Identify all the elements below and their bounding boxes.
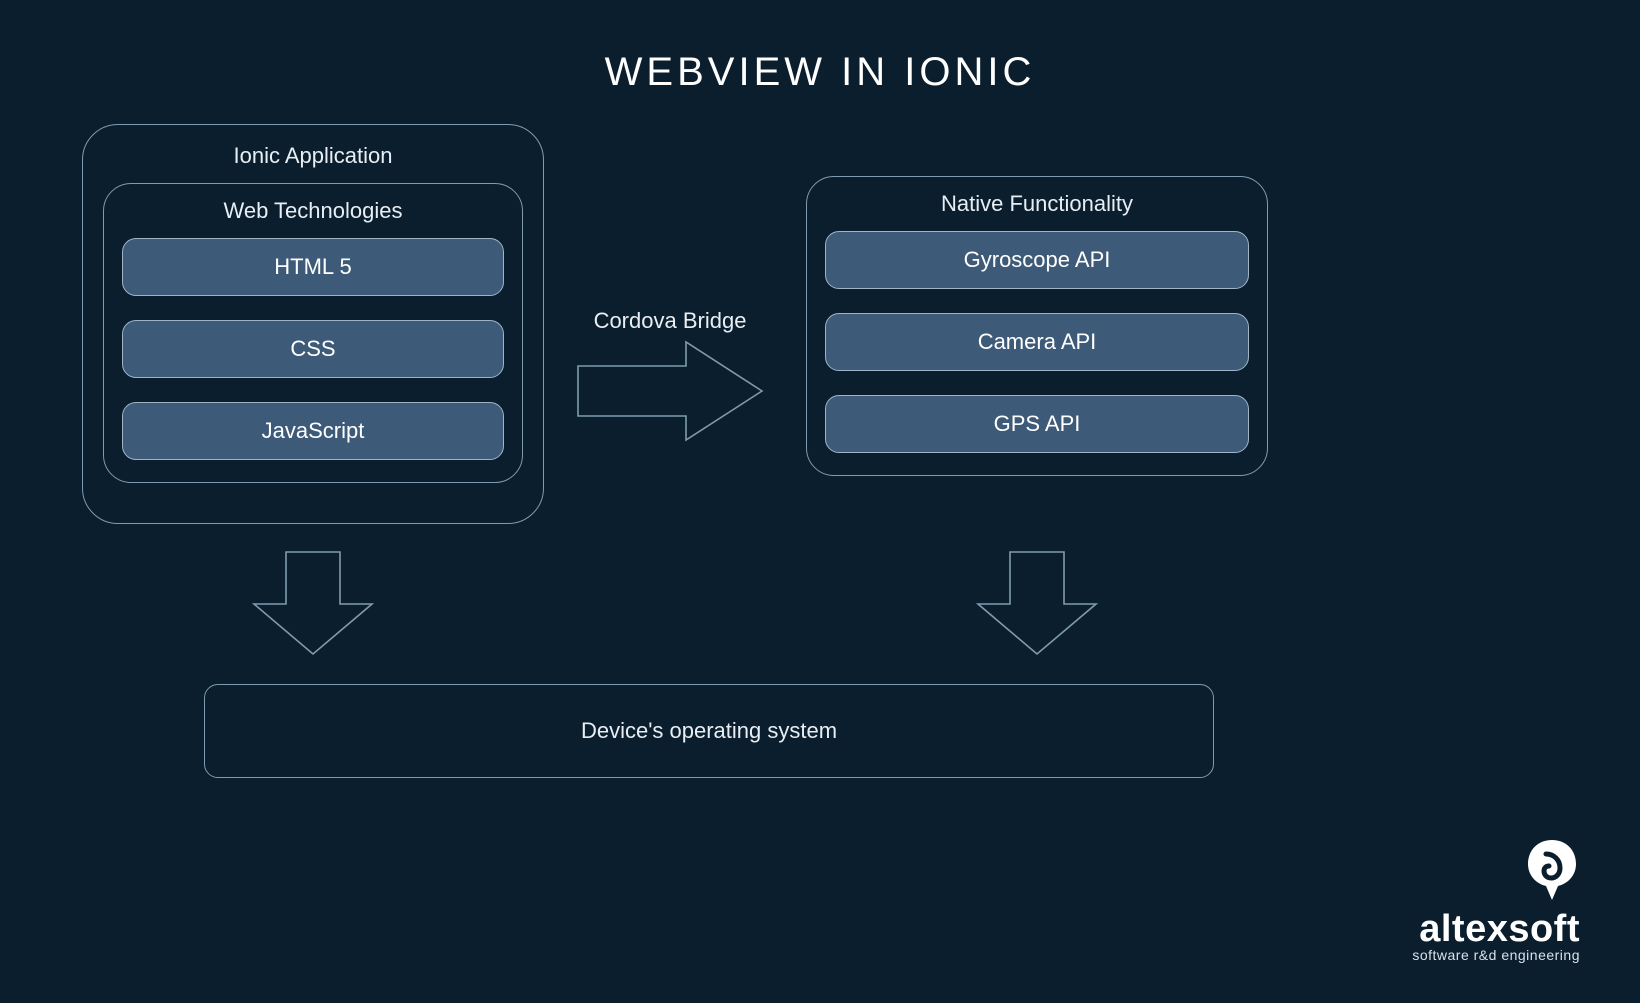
arrow-down-left-icon [248, 548, 378, 658]
altexsoft-logo-tagline: software r&d engineering [1412, 947, 1580, 963]
ionic-application-container: Ionic Application Web Technologies HTML … [82, 124, 544, 524]
native-item-camera: Camera API [825, 313, 1249, 371]
web-tech-item-javascript: JavaScript [122, 402, 504, 460]
altexsoft-logo-mark-icon [1412, 838, 1580, 902]
web-technologies-label: Web Technologies [122, 198, 504, 224]
native-item-gps: GPS API [825, 395, 1249, 453]
web-tech-item-html5: HTML 5 [122, 238, 504, 296]
native-item-gyroscope: Gyroscope API [825, 231, 1249, 289]
arrow-right-icon [576, 336, 766, 446]
device-os-box: Device's operating system [204, 684, 1214, 778]
altexsoft-logo-name: altexsoft [1412, 908, 1580, 951]
native-functionality-label: Native Functionality [825, 191, 1249, 217]
cordova-bridge-label: Cordova Bridge [560, 308, 780, 334]
native-functionality-container: Native Functionality Gyroscope API Camer… [806, 176, 1268, 476]
web-tech-item-css: CSS [122, 320, 504, 378]
device-os-label: Device's operating system [581, 718, 837, 744]
ionic-application-label: Ionic Application [83, 143, 543, 169]
web-technologies-container: Web Technologies HTML 5 CSS JavaScript [103, 183, 523, 483]
altexsoft-logo: altexsoft software r&d engineering [1412, 838, 1580, 963]
diagram-title: WEBVIEW IN IONIC [0, 50, 1640, 95]
arrow-down-right-icon [972, 548, 1102, 658]
